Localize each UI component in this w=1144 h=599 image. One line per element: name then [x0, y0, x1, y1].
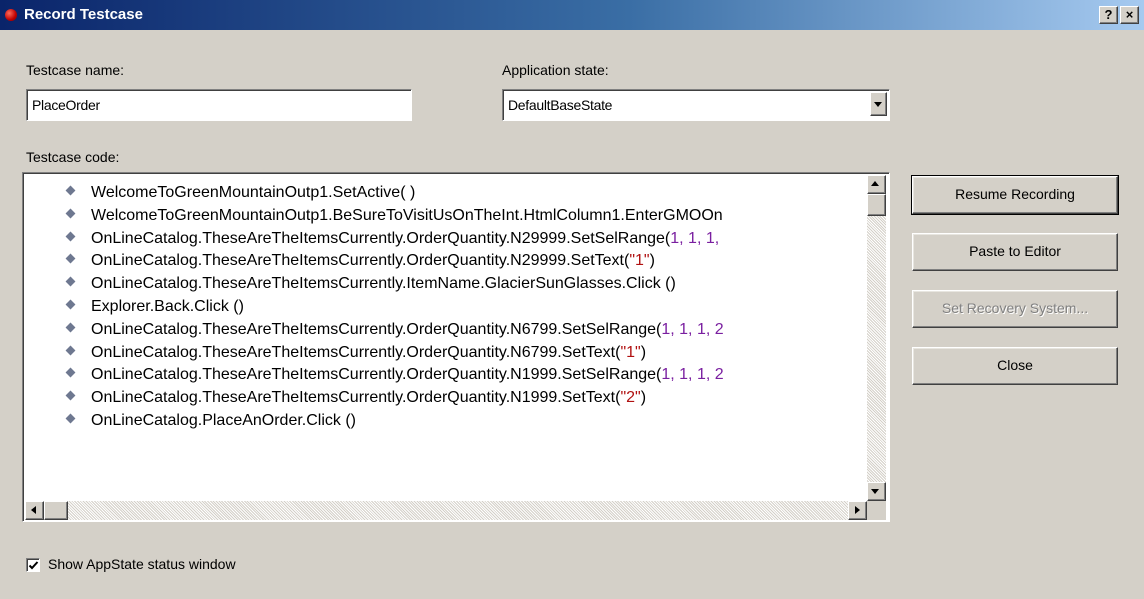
code-token: 1, 1, 1, 2: [661, 366, 724, 384]
arrow-right-icon: [855, 506, 860, 514]
code-token: OnLineCatalog.TheseAreTheItemsCurrently.…: [91, 229, 671, 247]
horizontal-scrollbar[interactable]: [25, 501, 867, 520]
scroll-up-button[interactable]: [867, 175, 886, 194]
code-token: OnLineCatalog.TheseAreTheItemsCurrently.…: [91, 252, 630, 270]
application-state-label: Application state:: [502, 62, 609, 78]
code-line-text: OnLineCatalog.TheseAreTheItemsCurrently.…: [91, 230, 719, 247]
code-line[interactable]: OnLineCatalog.PlaceAnOrder.Click (): [25, 410, 867, 433]
code-token: ): [640, 389, 647, 407]
code-line-text: OnLineCatalog.PlaceAnOrder.Click (): [91, 412, 356, 429]
window-title: Record Testcase: [24, 6, 143, 23]
code-token: WelcomeToGreenMountainOutp1.BeSureToVisi…: [91, 206, 723, 224]
code-line-text: OnLineCatalog.TheseAreTheItemsCurrently.…: [91, 366, 724, 383]
arrow-left-icon: [31, 506, 36, 514]
bullet-icon: [65, 322, 76, 333]
bullet-icon: [65, 231, 76, 242]
bullet-icon: [65, 345, 76, 356]
scroll-right-button[interactable]: [848, 501, 867, 520]
code-token: Explorer.Back.Click (): [91, 297, 244, 315]
testcase-code-box[interactable]: WelcomeToGreenMountainOutp1.SetActive( )…: [22, 172, 890, 522]
application-state-value: DefaultBaseState: [508, 97, 613, 113]
close-button[interactable]: Close: [912, 347, 1118, 385]
app-record-icon: [5, 9, 17, 21]
arrow-up-icon: [871, 181, 879, 186]
code-line[interactable]: OnLineCatalog.TheseAreTheItemsCurrently.…: [25, 342, 867, 365]
code-token: ): [640, 343, 647, 361]
vertical-scrollbar[interactable]: [867, 175, 886, 501]
bullet-icon: [65, 276, 76, 287]
title-bar[interactable]: Record Testcase ? ×: [0, 0, 1144, 30]
code-line[interactable]: WelcomeToGreenMountainOutp1.BeSureToVisi…: [25, 205, 867, 228]
code-line-text: OnLineCatalog.TheseAreTheItemsCurrently.…: [91, 389, 646, 406]
application-state-select[interactable]: DefaultBaseState: [502, 89, 890, 121]
bullet-icon: [65, 253, 76, 264]
code-line[interactable]: OnLineCatalog.TheseAreTheItemsCurrently.…: [25, 228, 867, 251]
testcase-code-label: Testcase code:: [26, 149, 120, 165]
code-token: OnLineCatalog.PlaceAnOrder.Click (): [91, 411, 357, 429]
code-token: "2": [620, 389, 641, 407]
close-window-button[interactable]: ×: [1120, 6, 1139, 24]
code-token: OnLineCatalog.TheseAreTheItemsCurrently.…: [91, 389, 621, 407]
code-line[interactable]: OnLineCatalog.TheseAreTheItemsCurrently.…: [25, 273, 867, 296]
show-appstate-label: Show AppState status window: [48, 556, 236, 572]
code-line[interactable]: WelcomeToGreenMountainOutp1.SetActive( ): [25, 182, 867, 205]
code-line-text: WelcomeToGreenMountainOutp1.BeSureToVisi…: [91, 207, 723, 224]
code-line-text: OnLineCatalog.TheseAreTheItemsCurrently.…: [91, 252, 655, 269]
paste-to-editor-button[interactable]: Paste to Editor: [912, 233, 1118, 271]
vertical-scroll-thumb[interactable]: [867, 194, 886, 216]
testcase-name-input[interactable]: PlaceOrder: [26, 89, 412, 121]
code-token: OnLineCatalog.TheseAreTheItemsCurrently.…: [91, 275, 676, 293]
set-recovery-system-button[interactable]: Set Recovery System...: [912, 290, 1118, 328]
code-line-text: WelcomeToGreenMountainOutp1.SetActive( ): [91, 184, 415, 201]
code-token: 1, 1, 1,: [670, 229, 720, 247]
bullet-icon: [65, 185, 76, 196]
scroll-left-button[interactable]: [25, 501, 44, 520]
arrow-down-icon: [871, 489, 879, 494]
scroll-corner: [867, 501, 886, 520]
scroll-down-button[interactable]: [867, 482, 886, 501]
code-token: OnLineCatalog.TheseAreTheItemsCurrently.…: [91, 320, 662, 338]
code-token: "1": [629, 252, 650, 270]
horizontal-scroll-thumb[interactable]: [44, 501, 68, 520]
resume-recording-button[interactable]: Resume Recording: [911, 175, 1119, 215]
testcase-name-label: Testcase name:: [26, 62, 125, 78]
code-token: WelcomeToGreenMountainOutp1.SetActive( ): [91, 184, 416, 201]
code-line-text: Explorer.Back.Click (): [91, 298, 244, 315]
code-line[interactable]: OnLineCatalog.TheseAreTheItemsCurrently.…: [25, 250, 867, 273]
show-appstate-checkbox[interactable]: [26, 558, 40, 572]
bullet-icon: [65, 208, 76, 219]
dropdown-arrow-button[interactable]: [870, 92, 887, 116]
code-token: "1": [620, 343, 641, 361]
code-lines-list: WelcomeToGreenMountainOutp1.SetActive( )…: [25, 175, 867, 501]
code-line[interactable]: OnLineCatalog.TheseAreTheItemsCurrently.…: [25, 387, 867, 410]
code-line-text: OnLineCatalog.TheseAreTheItemsCurrently.…: [91, 344, 646, 361]
bullet-icon: [65, 413, 76, 424]
bullet-icon: [65, 367, 76, 378]
code-token: OnLineCatalog.TheseAreTheItemsCurrently.…: [91, 366, 662, 384]
code-token: OnLineCatalog.TheseAreTheItemsCurrently.…: [91, 343, 621, 361]
code-line-text: OnLineCatalog.TheseAreTheItemsCurrently.…: [91, 321, 724, 338]
code-token: ): [649, 252, 655, 270]
code-line[interactable]: OnLineCatalog.TheseAreTheItemsCurrently.…: [25, 364, 867, 387]
help-button[interactable]: ?: [1099, 6, 1118, 24]
chevron-down-icon: [874, 102, 882, 107]
bullet-icon: [65, 390, 76, 401]
code-token: 1, 1, 1, 2: [661, 320, 724, 338]
code-line[interactable]: Explorer.Back.Click (): [25, 296, 867, 319]
bullet-icon: [65, 299, 76, 310]
code-line-text: OnLineCatalog.TheseAreTheItemsCurrently.…: [91, 275, 676, 292]
code-line[interactable]: OnLineCatalog.TheseAreTheItemsCurrently.…: [25, 319, 867, 342]
checkmark-icon: [28, 561, 39, 570]
